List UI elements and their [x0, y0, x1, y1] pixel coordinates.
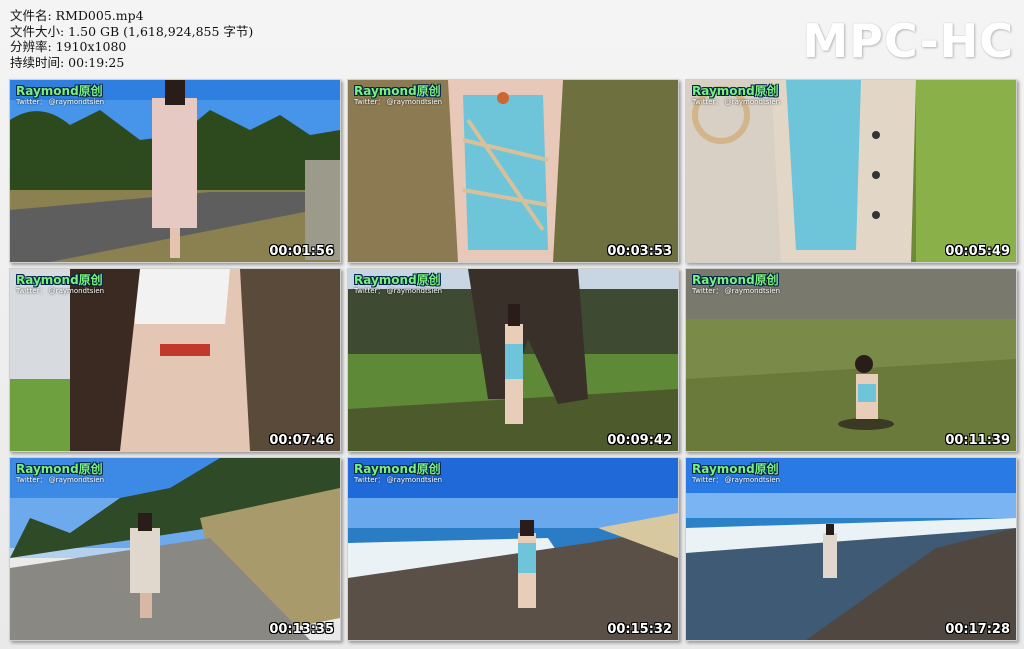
thumbnail-1[interactable]: Raymond原创 Twitter： @raymondtsien 00:01:5…: [9, 79, 341, 263]
watermark-subtitle: Twitter： @raymondtsien: [354, 98, 443, 106]
thumbnail-8[interactable]: Raymond原创 Twitter： @raymondtsien 00:15:3…: [347, 457, 679, 641]
thumbnail-3[interactable]: Raymond原创 Twitter： @raymondtsien 00:05:4…: [685, 79, 1017, 263]
watermark-subtitle: Twitter： @raymondtsien: [692, 287, 781, 295]
frame-image: [686, 458, 1016, 640]
frame-image: [10, 80, 340, 262]
timestamp: 00:15:32: [607, 622, 672, 637]
frame-image: [10, 269, 340, 451]
thumbnail-4[interactable]: Raymond原创 Twitter： @raymondtsien 00:07:4…: [9, 268, 341, 452]
watermark-subtitle: Twitter： @raymondtsien: [354, 476, 443, 484]
frame-image: [686, 80, 1016, 262]
watermark-subtitle: Twitter： @raymondtsien: [354, 287, 443, 295]
frame-image: [10, 458, 340, 640]
watermark-subtitle: Twitter： @raymondtsien: [16, 98, 105, 106]
timestamp: 00:05:49: [945, 244, 1010, 259]
watermark-subtitle: Twitter： @raymondtsien: [16, 476, 105, 484]
timestamp: 00:09:42: [607, 433, 672, 448]
thumbnail-2[interactable]: Raymond原创 Twitter： @raymondtsien 00:03:5…: [347, 79, 679, 263]
thumbnail-6[interactable]: Raymond原创 Twitter： @raymondtsien 00:11:3…: [685, 268, 1017, 452]
timestamp: 00:13:35: [269, 622, 334, 637]
thumbnail-grid: Raymond原创 Twitter： @raymondtsien 00:01:5…: [0, 0, 1024, 649]
timestamp: 00:17:28: [945, 622, 1010, 637]
frame-image: [348, 269, 678, 451]
watermark-subtitle: Twitter： @raymondtsien: [692, 476, 781, 484]
timestamp: 00:01:56: [269, 244, 334, 259]
frame-image: [348, 458, 678, 640]
frame-image: [686, 269, 1016, 451]
watermark-subtitle: Twitter： @raymondtsien: [692, 98, 781, 106]
timestamp: 00:07:46: [269, 433, 334, 448]
frame-image: [348, 80, 678, 262]
timestamp: 00:03:53: [607, 244, 672, 259]
thumbnail-7[interactable]: Raymond原创 Twitter： @raymondtsien 00:13:3…: [9, 457, 341, 641]
timestamp: 00:11:39: [945, 433, 1010, 448]
thumbnail-9[interactable]: Raymond原创 Twitter： @raymondtsien 00:17:2…: [685, 457, 1017, 641]
thumbnail-5[interactable]: Raymond原创 Twitter： @raymondtsien 00:09:4…: [347, 268, 679, 452]
watermark-subtitle: Twitter： @raymondtsien: [16, 287, 105, 295]
